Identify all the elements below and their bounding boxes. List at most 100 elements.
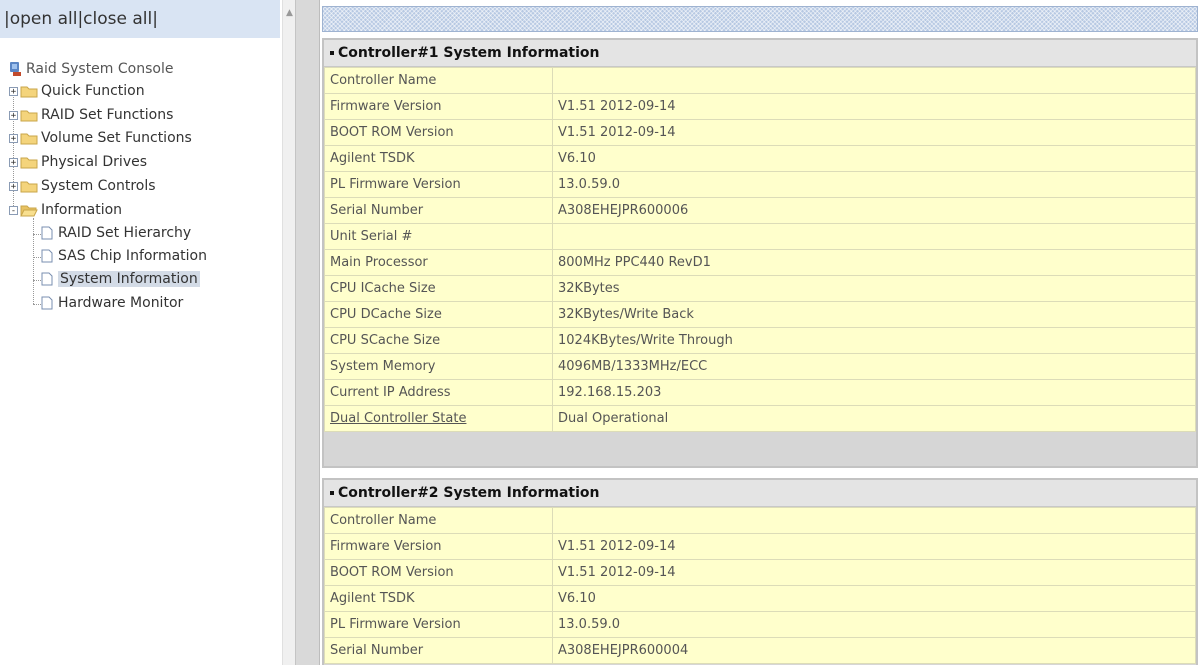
- tree-connector: [33, 280, 41, 281]
- row-value: [552, 67, 1196, 94]
- row-label: Controller Name: [324, 507, 553, 534]
- content-frame: Controller#1 System Information Controll…: [320, 0, 1203, 665]
- row-value: V1.51 2012-09-14: [552, 119, 1196, 146]
- controller1-panel: Controller#1 System Information Controll…: [322, 38, 1198, 468]
- tree-folder-label: RAID Set Functions: [41, 107, 174, 123]
- folder-icon: [20, 86, 38, 98]
- expand-icon[interactable]: +: [9, 110, 18, 120]
- dual-controller-state-link[interactable]: Dual Controller State: [324, 405, 553, 432]
- expand-icon[interactable]: +: [9, 133, 18, 143]
- tree-root-label: Raid System Console: [26, 61, 174, 77]
- tree-item-hardware-monitor[interactable]: Hardware Monitor: [41, 292, 183, 315]
- row-label: Firmware Version: [324, 533, 553, 560]
- bullet-icon: [330, 491, 334, 495]
- row-value: 192.168.15.203: [552, 379, 1196, 406]
- expand-icon[interactable]: +: [9, 86, 18, 96]
- separator: |: [152, 9, 158, 29]
- tree-item-system-information[interactable]: System Information: [41, 268, 200, 291]
- tree-folder-information[interactable]: - Information: [9, 199, 122, 222]
- tree-folder-label: Quick Function: [41, 83, 145, 99]
- row-label: Controller Name: [324, 67, 553, 94]
- row-label: Main Processor: [324, 249, 553, 276]
- tree-connector: [33, 234, 41, 235]
- frame-splitter[interactable]: [295, 0, 320, 665]
- row-label: Firmware Version: [324, 93, 553, 120]
- row-label: Serial Number: [324, 637, 553, 664]
- row-label: PL Firmware Version: [324, 611, 553, 638]
- tree-item-label: SAS Chip Information: [58, 248, 207, 264]
- folder-icon: [20, 110, 38, 122]
- tree-item-label-selected: System Information: [58, 271, 200, 287]
- tree-connector: [33, 218, 34, 304]
- row-value: V6.10: [552, 145, 1196, 172]
- controller1-info-table: Controller Name Firmware Version V1.51 2…: [324, 67, 1196, 432]
- table-row: Serial Number A308EHEJPR600006: [324, 197, 1196, 224]
- table-row: Unit Serial #: [324, 223, 1196, 250]
- row-value: V6.10: [552, 585, 1196, 612]
- close-all-link[interactable]: close all: [83, 9, 152, 29]
- table-row: Agilent TSDK V6.10: [324, 145, 1196, 172]
- tree-folder-raid-set-functions[interactable]: + RAID Set Functions: [9, 104, 173, 127]
- tree-folder-label: Physical Drives: [41, 154, 148, 170]
- table-row: PL Firmware Version 13.0.59.0: [324, 171, 1196, 198]
- tree-folder-physical-drives[interactable]: + Physical Drives: [9, 151, 147, 174]
- tree-folder-label: System Controls: [41, 178, 156, 194]
- row-value: [552, 223, 1196, 250]
- table-row: BOOT ROM Version V1.51 2012-09-14: [324, 559, 1196, 586]
- row-value: V1.51 2012-09-14: [552, 533, 1196, 560]
- row-value: A308EHEJPR600004: [552, 637, 1196, 664]
- tree-item-raid-set-hierarchy[interactable]: RAID Set Hierarchy: [41, 222, 191, 245]
- row-value: 32KBytes/Write Back: [552, 301, 1196, 328]
- row-value: 800MHz PPC440 RevD1: [552, 249, 1196, 276]
- row-value: 13.0.59.0: [552, 611, 1196, 638]
- row-value: [552, 507, 1196, 534]
- table-row: Dual Controller State Dual Operational: [324, 405, 1196, 432]
- table-row: PL Firmware Version 13.0.59.0: [324, 611, 1196, 638]
- controller2-panel: Controller#2 System Information Controll…: [322, 478, 1198, 665]
- document-icon: [41, 272, 53, 286]
- row-value: 32KBytes: [552, 275, 1196, 302]
- console-icon: [10, 62, 21, 76]
- tree-connector: [33, 257, 41, 258]
- tree-item-sas-chip-information[interactable]: SAS Chip Information: [41, 245, 207, 268]
- row-label: PL Firmware Version: [324, 171, 553, 198]
- row-label: Unit Serial #: [324, 223, 553, 250]
- table-row: Serial Number A308EHEJPR600004: [324, 637, 1196, 664]
- table-row: Firmware Version V1.51 2012-09-14: [324, 93, 1196, 120]
- tree-folder-system-controls[interactable]: + System Controls: [9, 175, 156, 198]
- row-label: CPU SCache Size: [324, 327, 553, 354]
- bullet-icon: [330, 51, 334, 55]
- table-row: System Memory 4096MB/1333MHz/ECC: [324, 353, 1196, 380]
- open-all-link[interactable]: open all: [10, 9, 78, 29]
- tree-folder-volume-set-functions[interactable]: + Volume Set Functions: [9, 127, 192, 150]
- tree-item-label: RAID Set Hierarchy: [58, 225, 192, 241]
- row-label: Agilent TSDK: [324, 585, 553, 612]
- row-value: V1.51 2012-09-14: [552, 559, 1196, 586]
- panel-title: Controller#2 System Information: [324, 480, 1196, 507]
- left-frame-scrollbar[interactable]: ▲: [282, 0, 296, 665]
- expand-icon[interactable]: +: [9, 157, 18, 167]
- tree-folder-label: Volume Set Functions: [41, 130, 192, 146]
- row-label: Agilent TSDK: [324, 145, 553, 172]
- table-row: BOOT ROM Version V1.51 2012-09-14: [324, 119, 1196, 146]
- collapse-icon[interactable]: -: [9, 205, 18, 215]
- tree-folder-quick-function[interactable]: + Quick Function: [9, 80, 145, 103]
- table-row: Current IP Address 192.168.15.203: [324, 379, 1196, 406]
- folder-icon: [20, 181, 38, 193]
- document-icon: [41, 226, 53, 240]
- panel-footer: [324, 432, 1196, 454]
- row-label: Serial Number: [324, 197, 553, 224]
- table-row: Controller Name: [324, 507, 1196, 534]
- row-label: CPU ICache Size: [324, 275, 553, 302]
- table-row: Controller Name: [324, 67, 1196, 94]
- panel-title: Controller#1 System Information: [324, 40, 1196, 67]
- folder-icon: [20, 133, 38, 145]
- table-row: Main Processor 800MHz PPC440 RevD1: [324, 249, 1196, 276]
- table-row: CPU ICache Size 32KBytes: [324, 275, 1196, 302]
- tree-root[interactable]: Raid System Console: [9, 58, 173, 81]
- document-icon: [41, 249, 53, 263]
- header-pattern-bar: [322, 6, 1198, 32]
- expand-icon[interactable]: +: [9, 181, 18, 191]
- table-row: CPU DCache Size 32KBytes/Write Back: [324, 301, 1196, 328]
- row-value: V1.51 2012-09-14: [552, 93, 1196, 120]
